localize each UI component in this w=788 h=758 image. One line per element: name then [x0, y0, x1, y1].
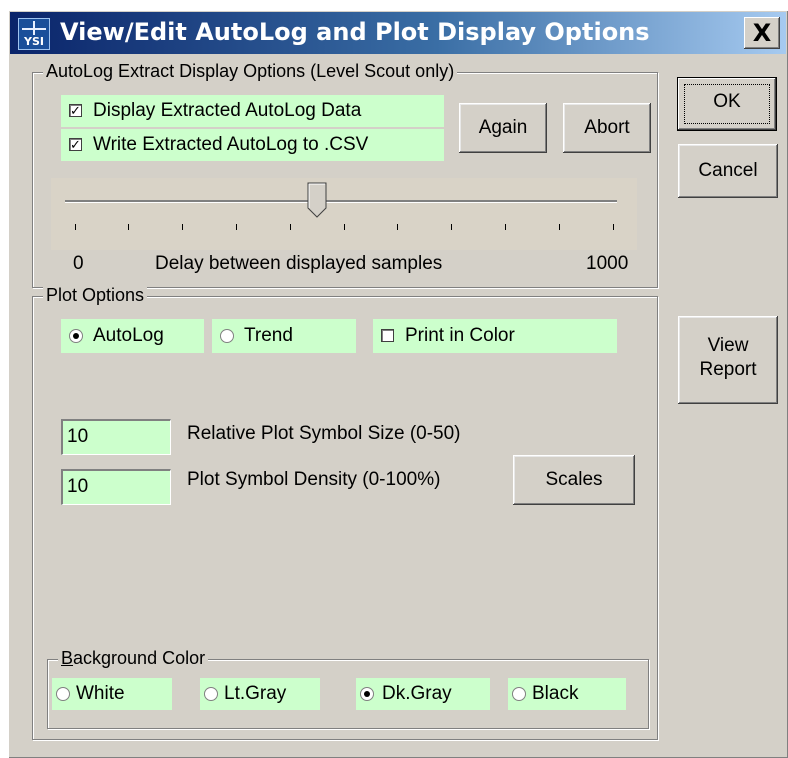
- symbol-size-input[interactable]: 10: [61, 419, 171, 455]
- plot-options-group: Plot Options AutoLog Trend Print in Colo…: [32, 285, 658, 740]
- slider-min-label: 0: [73, 253, 84, 274]
- bg-white-option[interactable]: White: [52, 678, 172, 710]
- trend-radio-label: Trend: [244, 325, 293, 346]
- bg-black-option[interactable]: Black: [508, 678, 626, 710]
- autolog-radio-option[interactable]: AutoLog: [61, 319, 204, 353]
- bg-black-label: Black: [532, 683, 579, 704]
- bg-dkgray-radio[interactable]: [360, 687, 374, 701]
- bg-dkgray-label: Dk.Gray: [382, 683, 452, 704]
- slider-caption: Delay between displayed samples: [155, 253, 443, 274]
- extract-options-legend: AutoLog Extract Display Options (Level S…: [43, 61, 458, 82]
- background-color-legend: Background Color: [58, 648, 209, 669]
- write-csv-option[interactable]: ✓ Write Extracted AutoLog to .CSV: [61, 129, 444, 161]
- print-color-label: Print in Color: [405, 325, 515, 346]
- symbol-size-label: Relative Plot Symbol Size (0-50): [187, 423, 461, 444]
- abort-button-label: Abort: [584, 117, 630, 138]
- plot-options-legend: Plot Options: [43, 285, 148, 306]
- display-extracted-option[interactable]: ✓ Display Extracted AutoLog Data: [61, 95, 444, 127]
- display-extracted-checkbox[interactable]: ✓: [69, 104, 82, 117]
- view-report-label-line2: Report: [699, 359, 757, 380]
- title-bar[interactable]: YSI View/Edit AutoLog and Plot Display O…: [10, 12, 786, 54]
- bg-white-radio[interactable]: [56, 687, 70, 701]
- background-color-group: Background Color White Lt.Gray Dk.Gray B…: [47, 648, 649, 729]
- trend-radio[interactable]: [220, 329, 234, 343]
- delay-slider[interactable]: [51, 178, 637, 250]
- symbol-density-input[interactable]: 10: [61, 469, 171, 505]
- ok-button[interactable]: OK: [678, 78, 776, 130]
- bg-dkgray-option[interactable]: Dk.Gray: [356, 678, 490, 710]
- scales-button[interactable]: Scales: [513, 455, 635, 505]
- logo-text: YSI: [24, 35, 44, 48]
- bg-white-label: White: [76, 683, 125, 704]
- slider-thumb[interactable]: [307, 182, 327, 218]
- view-report-button[interactable]: View Report: [678, 316, 778, 404]
- slider-track: [65, 200, 617, 203]
- write-csv-label: Write Extracted AutoLog to .CSV: [93, 134, 369, 155]
- close-icon: X: [752, 19, 772, 47]
- window-title: View/Edit AutoLog and Plot Display Optio…: [60, 18, 650, 46]
- scales-button-label: Scales: [545, 469, 603, 490]
- bg-ltgray-radio[interactable]: [204, 687, 218, 701]
- again-button-label: Again: [478, 117, 528, 138]
- bg-ltgray-option[interactable]: Lt.Gray: [200, 678, 320, 710]
- ok-focus-ring: [684, 84, 770, 124]
- autolog-radio-label: AutoLog: [93, 325, 164, 346]
- close-button[interactable]: X: [744, 17, 780, 49]
- view-report-label-line1: View: [707, 335, 749, 356]
- trend-radio-option[interactable]: Trend: [212, 319, 356, 353]
- write-csv-checkbox[interactable]: ✓: [69, 138, 82, 151]
- cancel-button[interactable]: Cancel: [678, 144, 778, 198]
- slider-max-label: 1000: [586, 253, 629, 274]
- symbol-density-label: Plot Symbol Density (0-100%): [187, 469, 441, 490]
- print-color-checkbox[interactable]: [381, 329, 394, 342]
- print-color-option[interactable]: Print in Color: [373, 319, 617, 353]
- cancel-button-label: Cancel: [698, 160, 758, 181]
- abort-button[interactable]: Abort: [563, 103, 651, 153]
- bg-black-radio[interactable]: [512, 687, 526, 701]
- display-extracted-label: Display Extracted AutoLog Data: [93, 100, 362, 121]
- again-button[interactable]: Again: [459, 103, 547, 153]
- dialog-window: YSI View/Edit AutoLog and Plot Display O…: [8, 10, 788, 758]
- extract-options-group: AutoLog Extract Display Options (Level S…: [32, 61, 658, 288]
- autolog-radio[interactable]: [69, 329, 83, 343]
- bg-ltgray-label: Lt.Gray: [224, 683, 287, 704]
- ysi-logo-icon: YSI: [18, 18, 50, 50]
